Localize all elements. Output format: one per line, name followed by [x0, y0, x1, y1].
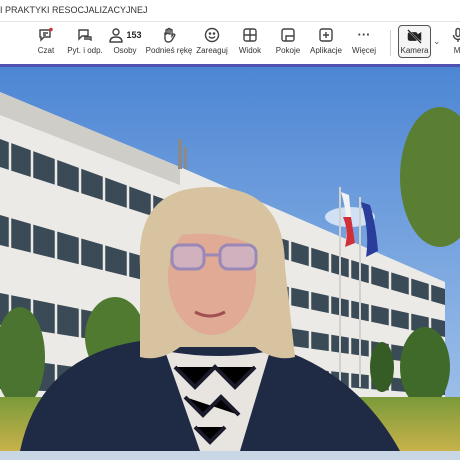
camera-button[interactable]: Kamera [398, 25, 431, 58]
more-icon: ··· [357, 27, 371, 42]
people-icon [109, 28, 124, 43]
people-label: Osoby [113, 46, 137, 55]
add-apps-icon [319, 28, 333, 42]
microphone-icon [452, 27, 460, 42]
more-button[interactable]: ··· Więcej [342, 27, 386, 55]
camera-label: Kamera [400, 46, 429, 55]
raise-hand-label: Podnieś rękę [145, 46, 193, 55]
qa-label: Pyt. i odp. [67, 46, 103, 55]
smile-icon [204, 27, 220, 43]
react-label: Zareaguj [196, 46, 228, 55]
more-label: Więcej [351, 46, 376, 55]
camera-options-chevron-icon[interactable]: ⌄ [433, 36, 441, 47]
raise-hand-button[interactable]: Podnieś rękę [145, 27, 193, 55]
raise-hand-icon [164, 27, 176, 43]
chat-label: Czat [37, 46, 55, 55]
meeting-title: I PRAKTYKI RESOCJALIZACYJNEJ [0, 5, 148, 15]
meeting-toolbar: Czat Pyt. i odp. 153 Osoby Podnieś rękę … [0, 22, 460, 64]
toolbar-divider [390, 30, 391, 56]
camera-off-icon [407, 29, 422, 44]
background-scene [0, 67, 460, 451]
people-button[interactable]: 153 Osoby [103, 27, 147, 55]
rooms-icon [281, 28, 295, 42]
rooms-label: Pokoje [275, 46, 301, 55]
participant-count: 153 [126, 30, 142, 40]
microphone-button[interactable]: Mi [448, 27, 460, 55]
qa-icon [78, 29, 92, 42]
chat-button[interactable]: Czat [24, 27, 68, 55]
window-title: I PRAKTYKI RESOCJALIZACYJNEJ [0, 0, 460, 22]
grid-icon [243, 28, 257, 42]
apps-label: Aplikacje [309, 46, 342, 55]
qa-button[interactable]: Pyt. i odp. [63, 27, 107, 55]
microphone-label: Mi [453, 46, 460, 55]
chat-icon [39, 27, 53, 42]
taskbar-strip [0, 451, 460, 460]
video-feed [0, 67, 460, 451]
view-label: Widok [238, 46, 262, 55]
